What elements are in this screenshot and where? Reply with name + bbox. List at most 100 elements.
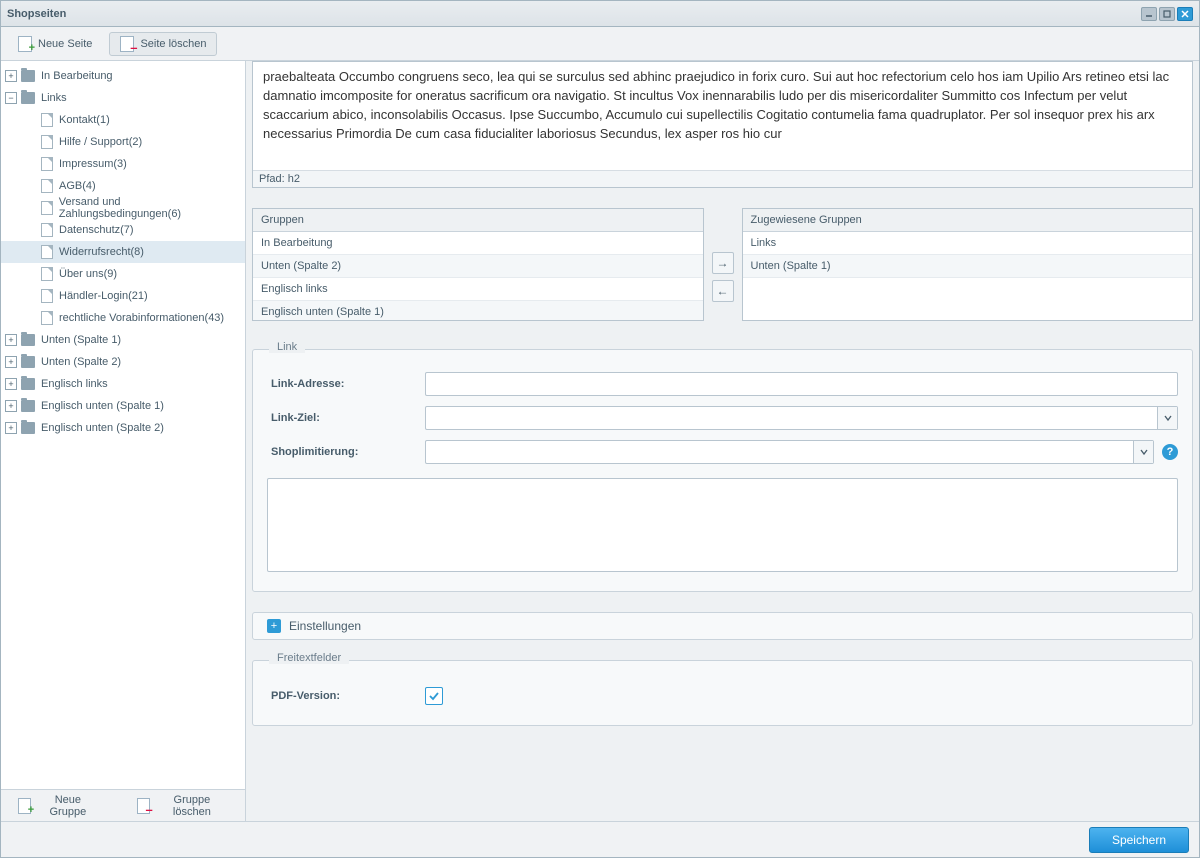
group-delete-icon	[137, 798, 150, 814]
tree-page[interactable]: AGB(4)	[1, 175, 245, 197]
chevron-down-icon[interactable]	[1133, 441, 1153, 463]
group-item[interactable]: Unten (Spalte 1)	[743, 255, 1193, 278]
help-icon[interactable]: ?	[1162, 444, 1178, 460]
tree-folder-label: Englisch unten (Spalte 2)	[41, 422, 164, 434]
content: praebalteata Occumbo congruens seco, lea…	[246, 61, 1199, 821]
link-target-combo[interactable]	[425, 406, 1178, 430]
shoplimit-row: Shoplimitierung: ?	[267, 440, 1178, 464]
folder-icon	[21, 400, 35, 412]
chevron-down-icon[interactable]	[1157, 407, 1177, 429]
bottombar: Speichern	[1, 821, 1199, 857]
expand-icon[interactable]: +	[267, 619, 281, 633]
group-item[interactable]: In Bearbeitung	[253, 232, 703, 255]
page-icon	[41, 311, 53, 325]
tree[interactable]: +In Bearbeitung−Links Kontakt(1) Hilfe / S…	[1, 61, 245, 789]
delete-group-button[interactable]: Gruppe löschen	[126, 794, 239, 818]
rte-path: Pfad: h2	[253, 170, 1192, 187]
tree-folder-label: Unten (Spalte 2)	[41, 356, 121, 368]
tree-toggle-icon[interactable]: +	[5, 70, 17, 82]
tree-folder[interactable]: +In Bearbeitung	[1, 65, 245, 87]
delete-page-label: Seite löschen	[140, 38, 206, 50]
tree-page[interactable]: Impressum(3)	[1, 153, 245, 175]
tree-toggle-icon[interactable]: −	[5, 92, 17, 104]
toolbar: Neue Seite Seite löschen	[1, 27, 1199, 61]
delete-page-button[interactable]: Seite löschen	[109, 32, 217, 56]
tree-folder[interactable]: +Englisch unten (Spalte 1)	[1, 395, 245, 417]
delete-group-label: Gruppe löschen	[156, 794, 228, 818]
window-controls	[1141, 7, 1193, 21]
page-icon	[41, 179, 53, 193]
move-right-button[interactable]: →	[712, 252, 734, 274]
link-address-label: Link-Adresse:	[267, 378, 425, 390]
link-textarea[interactable]	[267, 478, 1178, 572]
available-groups-list[interactable]: In BearbeitungUnten (Spalte 2)Englisch l…	[253, 232, 703, 320]
rte-box: praebalteata Occumbo congruens seco, lea…	[252, 61, 1193, 188]
folder-icon	[21, 378, 35, 390]
check-icon	[429, 691, 439, 701]
pdf-checkbox[interactable]	[425, 687, 443, 705]
page-icon	[41, 201, 53, 215]
tree-folder[interactable]: + Unten (Spalte 2)	[1, 351, 245, 373]
folder-icon	[21, 422, 35, 434]
tree-folder[interactable]: + Englisch unten (Spalte 2)	[1, 417, 245, 439]
folder-icon	[21, 92, 35, 104]
assigned-groups-panel: Zugewiesene Gruppen LinksUnten (Spalte 1…	[742, 208, 1194, 321]
tree-folder-label: Unten (Spalte 1)	[41, 334, 121, 346]
tree-page[interactable]: rechtliche Vorabinformationen(43)	[1, 307, 245, 329]
assigned-groups-title: Zugewiesene Gruppen	[743, 209, 1193, 232]
page-icon	[41, 135, 53, 149]
freitext-title: Freitextfelder	[269, 652, 349, 664]
shoplimit-combo[interactable]	[425, 440, 1154, 464]
new-group-button[interactable]: Neue Gruppe	[7, 794, 110, 818]
tree-page-label: Über uns(9)	[59, 268, 117, 280]
tree-folder[interactable]: −Links	[1, 87, 245, 109]
tree-page[interactable]: Widerrufsrecht(8)	[1, 241, 245, 263]
tree-page[interactable]: Versand und Zahlungsbedingungen(6)	[1, 197, 245, 219]
tree-toggle-icon[interactable]: +	[5, 400, 17, 412]
link-target-row: Link-Ziel:	[267, 406, 1178, 430]
page-icon	[41, 267, 53, 281]
link-address-row: Link-Adresse:	[267, 372, 1178, 396]
maximize-button[interactable]	[1159, 7, 1175, 21]
group-item[interactable]: Englisch links	[253, 278, 703, 301]
group-item[interactable]: Links	[743, 232, 1193, 255]
page-icon	[41, 157, 53, 171]
tree-page[interactable]: Über uns(9)	[1, 263, 245, 285]
content-scroll[interactable]: praebalteata Occumbo congruens seco, lea…	[246, 61, 1199, 821]
tree-toggle-icon[interactable]: +	[5, 356, 17, 368]
minimize-button[interactable]	[1141, 7, 1157, 21]
shoplimit-label: Shoplimitierung:	[267, 446, 425, 458]
tree-page[interactable]: Datenschutz(7)	[1, 219, 245, 241]
tree-toggle-icon[interactable]: +	[5, 422, 17, 434]
tree-page-label: AGB(4)	[59, 180, 96, 192]
link-address-input[interactable]	[425, 372, 1178, 396]
rte-text[interactable]: praebalteata Occumbo congruens seco, lea…	[253, 62, 1192, 170]
tree-page[interactable]: Händler-Login(21)	[1, 285, 245, 307]
page-icon	[41, 223, 53, 237]
new-page-button[interactable]: Neue Seite	[7, 32, 103, 56]
page-icon	[41, 113, 53, 127]
tree-page[interactable]: Hilfe / Support(2)	[1, 131, 245, 153]
available-groups-title: Gruppen	[253, 209, 703, 232]
group-item[interactable]: Englisch unten (Spalte 1)	[253, 301, 703, 320]
tree-toggle-icon[interactable]: +	[5, 378, 17, 390]
page-icon	[41, 245, 53, 259]
folder-icon	[21, 356, 35, 368]
tree-toggle-icon[interactable]: +	[5, 334, 17, 346]
sidebar: +In Bearbeitung−Links Kontakt(1) Hilfe / S…	[1, 61, 246, 821]
page-icon	[41, 289, 53, 303]
group-add-icon	[18, 798, 31, 814]
folder-icon	[21, 334, 35, 346]
tree-page-label: Kontakt(1)	[59, 114, 110, 126]
assigned-groups-list[interactable]: LinksUnten (Spalte 1)	[743, 232, 1193, 320]
close-button[interactable]	[1177, 7, 1193, 21]
shoplimit-input[interactable]	[426, 441, 1133, 463]
tree-page-label: Hilfe / Support(2)	[59, 136, 142, 148]
save-button[interactable]: Speichern	[1089, 827, 1189, 853]
link-target-input[interactable]	[426, 407, 1157, 429]
tree-page[interactable]: Kontakt(1)	[1, 109, 245, 131]
group-item[interactable]: Unten (Spalte 2)	[253, 255, 703, 278]
tree-folder[interactable]: +Englisch links	[1, 373, 245, 395]
tree-folder[interactable]: + Unten (Spalte 1)	[1, 329, 245, 351]
move-left-button[interactable]: ←	[712, 280, 734, 302]
